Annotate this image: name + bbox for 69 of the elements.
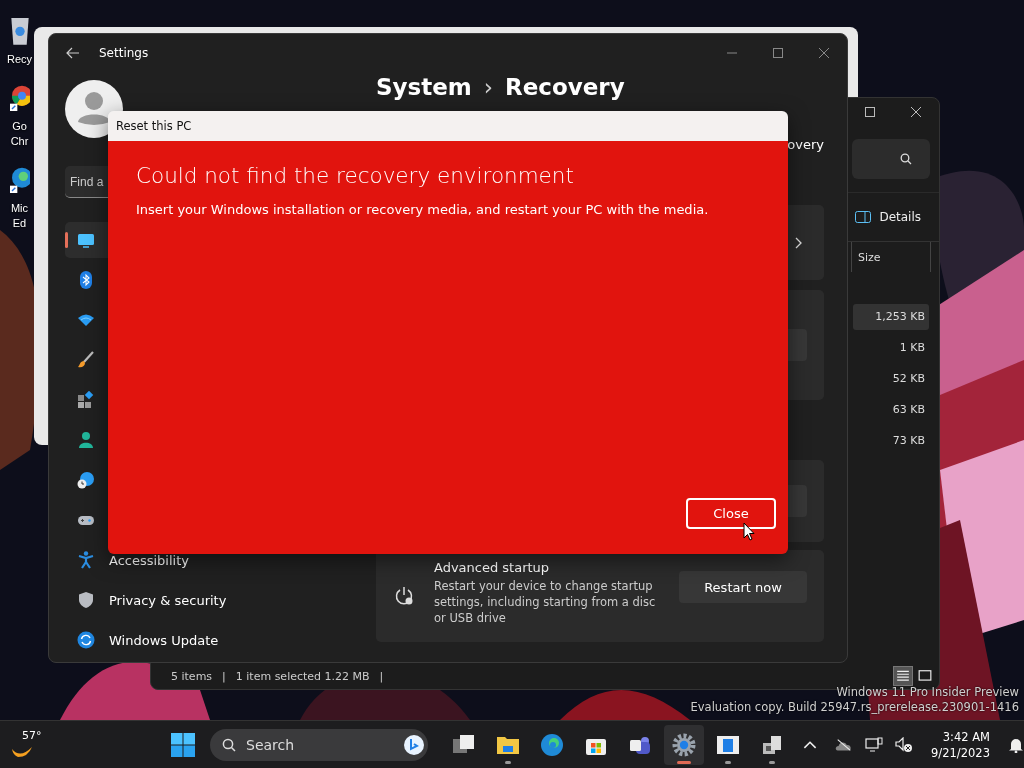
list-icon (896, 669, 910, 683)
breadcrumb-separator: › (483, 73, 493, 101)
start-icon[interactable] (171, 732, 195, 757)
search-field[interactable] (852, 139, 930, 179)
size-cell[interactable]: 73 KB (853, 428, 929, 454)
bing-icon[interactable] (404, 734, 424, 755)
accessibility-icon (77, 551, 95, 569)
subtitle-text: overy (787, 137, 824, 154)
cloud-off-icon[interactable] (835, 736, 853, 753)
setting-title: Advanced startup (434, 560, 551, 575)
volume-muted-icon[interactable] (895, 736, 913, 753)
desktop-icon-label[interactable]: Mic Ed (6, 201, 33, 231)
nav-item[interactable]: Privacy & security (65, 582, 345, 618)
breadcrumb-item: Recovery (505, 73, 625, 101)
clock-date[interactable]: 9/21/2023 (931, 744, 990, 761)
desktop-icon-label[interactable]: Go Chr (6, 119, 33, 149)
error-message: Insert your Windows installation or recovery media, and restart your PC with the media. (136, 202, 710, 217)
maximize-icon[interactable] (773, 48, 783, 58)
brush-icon (77, 351, 95, 369)
status-text: 1 item selected 1.22 MB (235, 669, 370, 683)
bluetooth-icon (77, 271, 95, 289)
search-bar[interactable]: Search (210, 728, 428, 761)
chevron-up-icon[interactable] (803, 740, 817, 749)
globe-clock-icon (77, 471, 95, 489)
watermark-text: Evaluation copy. Build 25947.rs_prerelease.230901-1416 (690, 700, 1019, 715)
watermark-text: Windows 11 Pro Insider Preview (836, 685, 1019, 700)
status-text: | (222, 669, 226, 683)
dialog-title: Reset this PC (116, 119, 192, 133)
close-icon[interactable] (819, 48, 829, 58)
close-button[interactable]: Close (686, 498, 776, 529)
details-view-button[interactable] (893, 666, 913, 686)
size-cell[interactable]: 1,253 KB (853, 304, 929, 330)
details-button[interactable]: Details (851, 208, 925, 226)
column-header[interactable]: Size (851, 242, 931, 272)
notification-bell-icon[interactable] (1007, 736, 1024, 753)
settings-icon (672, 732, 696, 757)
desktop-icon-label[interactable]: Recy (6, 52, 33, 67)
error-heading: Could not find the recovery environment (136, 163, 575, 188)
breadcrumb-item[interactable]: System (376, 73, 472, 101)
nav-item[interactable]: Windows Update (65, 622, 345, 658)
maximize-icon[interactable] (865, 107, 875, 117)
size-cell[interactable]: 63 KB (853, 397, 929, 423)
window-title: Settings (99, 46, 149, 60)
search-input[interactable]: Search (236, 735, 404, 754)
temperature[interactable]: 57° (22, 729, 42, 742)
window-icon (918, 669, 932, 683)
monitor-icon (77, 231, 95, 249)
search-icon (222, 737, 236, 752)
chevron-right-icon (795, 236, 803, 249)
close-icon[interactable] (911, 107, 921, 117)
restart-now-button[interactable]: Restart now (679, 571, 807, 603)
power-gear-icon (394, 586, 414, 606)
network-icon[interactable] (865, 736, 883, 753)
update-icon (77, 631, 95, 649)
shield-icon (77, 591, 95, 609)
apps-icon (77, 391, 95, 409)
status-text: 5 items (171, 669, 213, 683)
search-icon (900, 153, 912, 165)
setting-description: Restart your device to change startup settings, including starting from a disc or USB drive (434, 578, 657, 626)
person-icon (77, 431, 95, 449)
cursor-icon (743, 522, 755, 541)
back-arrow-icon[interactable] (66, 47, 80, 59)
status-text: | (379, 669, 384, 683)
size-cell[interactable]: 52 KB (853, 366, 929, 392)
pane-icon (855, 211, 872, 223)
taskbar-app[interactable] (664, 724, 704, 765)
size-cell[interactable]: 1 KB (853, 335, 929, 361)
clock-time[interactable]: 3:42 AM (942, 728, 990, 745)
edge-icon (540, 732, 564, 757)
